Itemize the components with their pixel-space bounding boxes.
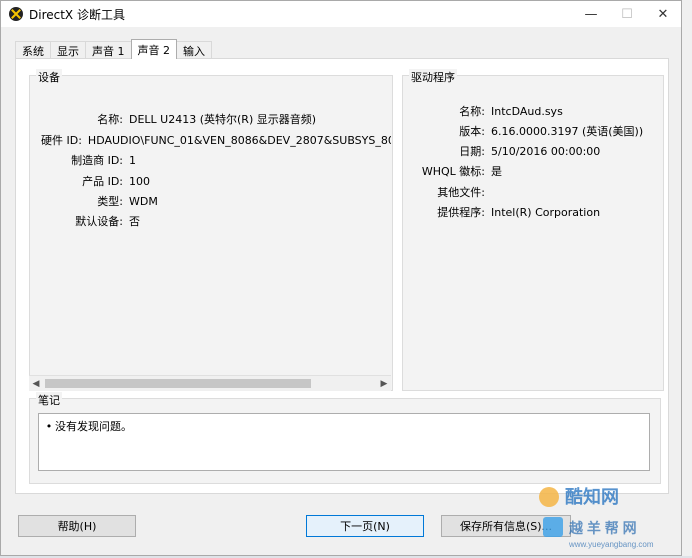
driver-date-value: 5/10/2016 00:00:00 [491,144,601,158]
scroll-right-icon[interactable]: ▶ [377,376,391,391]
tab-bar: 系统 显示 声音 1 声音 2 输入 [15,39,212,59]
driver-name-label: 名称: [459,105,485,118]
device-type-row: 类型: WDM [41,193,158,209]
device-name-value: DELL U2413 (英特尔(R) 显示器音频) [129,113,317,126]
directx-diagnostic-window: DirectX 诊断工具 — ☐ ✕ 系统 显示 声音 1 声音 2 输入 设备… [0,0,682,556]
scrollbar-thumb[interactable] [45,379,311,388]
driver-name-row: 名称: IntcDAud.sys [407,103,563,119]
driver-date-row: 日期: 5/10/2016 00:00:00 [407,143,600,159]
driver-whql-value: 是 [491,165,502,178]
device-group-title: 设备 [36,69,62,85]
driver-provider-row: 提供程序: Intel(R) Corporation [407,204,600,220]
device-type-label: 类型: [97,195,123,208]
note-item: • 没有发现问题。 [43,418,132,434]
close-button[interactable]: ✕ [645,1,681,27]
device-default-label: 默认设备: [75,215,123,228]
device-manufacturer-id-value: 1 [129,153,136,167]
device-horizontal-scrollbar[interactable]: ◀ ▶ [29,375,391,391]
device-hardware-id-row: 硬件 ID: HDAUDIO\FUNC_01&VEN_8086&DEV_2807… [41,132,391,148]
maximize-button[interactable]: ☐ [609,1,645,27]
device-hardware-id-label: 硬件 ID: [41,134,82,147]
device-name-row: 名称: DELL U2413 (英特尔(R) 显示器音频) [41,111,316,127]
window-title: DirectX 诊断工具 [29,7,125,22]
save-all-info-button[interactable]: 保存所有信息(S)... [441,515,571,537]
next-page-button[interactable]: 下一页(N) [306,515,424,537]
device-manufacturer-id-label: 制造商 ID: [71,154,123,167]
note-text: 没有发现问题。 [55,420,132,433]
device-product-id-row: 产品 ID: 100 [41,173,150,189]
driver-version-row: 版本: 6.16.0000.3197 (英语(美国)) [407,123,643,139]
device-hardware-id-value: HDAUDIO\FUNC_01&VEN_8086&DEV_2807&SUBSYS… [87,133,391,147]
scroll-left-icon[interactable]: ◀ [29,376,43,391]
driver-provider-label: 提供程序: [437,206,485,219]
tab-sound-2[interactable]: 声音 2 [130,39,177,59]
driver-whql-row: WHQL 徽标: 是 [407,163,502,179]
bullet-icon: • [45,419,53,433]
device-type-value: WDM [129,194,158,208]
tab-display[interactable]: 显示 [50,41,86,59]
device-name-label: 名称: [97,113,123,126]
device-product-id-label: 产品 ID: [82,175,123,188]
window-controls: — ☐ ✕ [573,1,681,27]
help-button[interactable]: 帮助(H) [18,515,136,537]
tab-system[interactable]: 系统 [15,41,51,59]
device-product-id-value: 100 [129,174,150,188]
notes-group-title: 笔记 [36,392,62,408]
svg-text:www.yueyangbang.com: www.yueyangbang.com [568,540,654,549]
tab-sound-1[interactable]: 声音 1 [85,41,132,59]
driver-group-title: 驱动程序 [409,69,457,85]
driver-version-label: 版本: [459,125,485,138]
notes-group: 笔记 • 没有发现问题。 [29,392,661,484]
driver-whql-label: WHQL 徽标: [421,165,485,178]
svg-text:越 羊 帮 网: 越 羊 帮 网 [568,520,637,536]
driver-name-value: IntcDAud.sys [491,104,563,118]
directx-app-icon [9,7,23,21]
driver-provider-value: Intel(R) Corporation [491,205,601,219]
device-default-row: 默认设备: 否 [41,213,140,229]
driver-version-value: 6.16.0000.3197 (英语(美国)) [491,125,644,138]
tab-input[interactable]: 输入 [176,41,212,59]
device-manufacturer-id-row: 制造商 ID: 1 [41,152,136,168]
title-bar[interactable]: DirectX 诊断工具 — ☐ ✕ [1,1,681,27]
notes-textbox[interactable]: • 没有发现问题。 [38,413,650,471]
minimize-button[interactable]: — [573,1,609,27]
device-default-value: 否 [129,215,140,228]
driver-other-files-label: 其他文件: [437,186,485,199]
driver-other-files-row: 其他文件: [407,184,491,200]
driver-date-label: 日期: [459,145,485,158]
